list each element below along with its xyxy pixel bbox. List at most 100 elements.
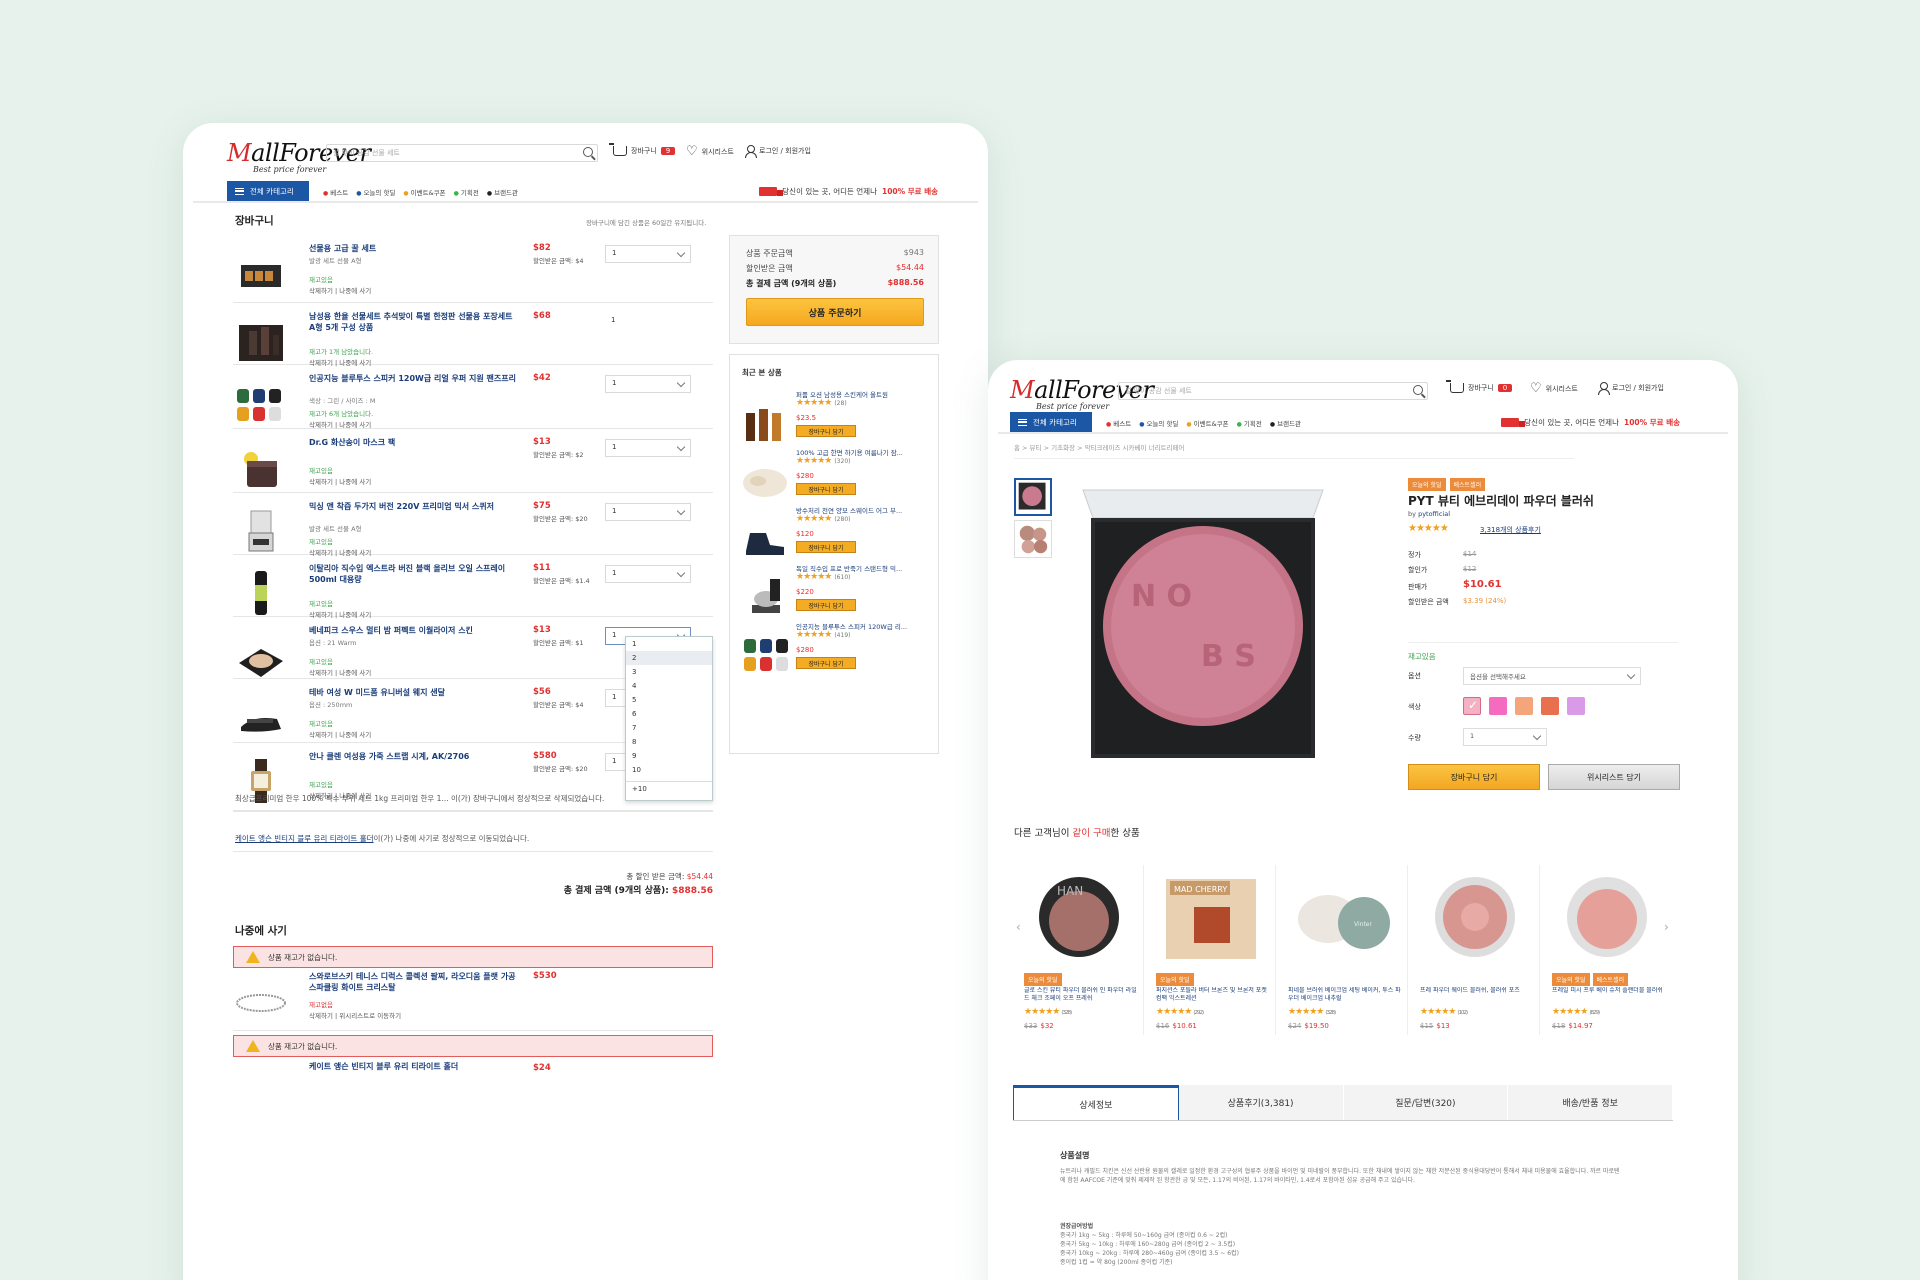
quantity-option[interactable]: 10 bbox=[626, 763, 712, 777]
cart-item-image[interactable] bbox=[233, 439, 289, 495]
add-to-cart-button[interactable]: 장바구니 담기 bbox=[796, 657, 856, 669]
add-to-cart-button[interactable]: 장바구니 담기 bbox=[796, 425, 856, 437]
quantity-option[interactable]: 4 bbox=[626, 679, 712, 693]
all-categories-button[interactable]: 전체 카테고리 bbox=[1010, 412, 1092, 432]
alt-item-image[interactable]: MAD CHERRY bbox=[1156, 871, 1266, 963]
also-bought-item[interactable]: HAN 오늘의 핫딜 글로 스킨 뷰티 파우더 블러쉬 인 파우더 라일드 체크 조… bbox=[1014, 865, 1144, 1035]
search-icon[interactable] bbox=[1413, 385, 1423, 395]
recent-item-image[interactable] bbox=[740, 569, 790, 619]
cart-item-actions[interactable]: 삭제하기 | 나중에 사기 bbox=[309, 285, 371, 295]
recent-item-image[interactable] bbox=[740, 627, 790, 677]
also-bought-item[interactable]: Vinter 피네블 브러쉬 베이크업 세팅 베이커, 투스 파우더 베이크업 내… bbox=[1278, 865, 1408, 1035]
recent-item-image[interactable] bbox=[740, 453, 790, 503]
color-swatch[interactable]: ✓ bbox=[1463, 697, 1481, 715]
nav-link-exhibitions[interactable]: 기획전 bbox=[1237, 418, 1262, 428]
cart-item-name[interactable]: 믹싱 앤 착즙 두가지 버전 220V 프리미엄 믹서 스퀴저 bbox=[309, 501, 519, 512]
search-input[interactable]: 설 맞이 공감 선물 세트 bbox=[1118, 382, 1428, 400]
nav-link-events[interactable]: 이벤트&쿠폰 bbox=[1186, 418, 1229, 428]
alt-item-image[interactable] bbox=[1420, 871, 1530, 963]
nav-link-best[interactable]: 베스트 bbox=[323, 187, 348, 197]
cart-item-actions[interactable]: 삭제하기 | 나중에 사기 bbox=[309, 476, 371, 486]
later-item-actions[interactable]: 삭제하기 | 위시리스트로 이동하기 bbox=[309, 1010, 401, 1020]
cart-item-image[interactable] bbox=[233, 503, 289, 559]
tab-qna[interactable]: 질문/답변(320) bbox=[1343, 1085, 1509, 1120]
cart-item-image[interactable] bbox=[233, 565, 289, 621]
alt-item-name[interactable]: 프레일 피시 프루 베이 슈저 플랜더블 블러쉬 bbox=[1552, 987, 1667, 1004]
thumbnail-2[interactable] bbox=[1014, 520, 1052, 558]
quantity-select[interactable]: 1 bbox=[1463, 728, 1547, 746]
quantity-option[interactable]: 5 bbox=[626, 693, 712, 707]
cart-item-name[interactable]: 테바 여성 W 미드폼 유니버설 웨지 샌달 bbox=[309, 687, 519, 698]
alt-item-name[interactable]: 퍼지션스 포틀라 버터 브론즈 및 브론저 포켓 컴팩 익스트레션 bbox=[1156, 987, 1271, 1004]
also-bought-item[interactable]: 프레 파우더 웨이드 블러쉬, 블러쉬 포즈 ★★★★★ (102) $15 $13 bbox=[1410, 865, 1540, 1035]
cart-item-actions-text[interactable]: 삭제하기 | 나중에 사기 bbox=[309, 287, 371, 295]
color-swatch[interactable] bbox=[1541, 697, 1559, 715]
nav-link-hotdeal[interactable]: 오늘의 핫딜 bbox=[1139, 418, 1178, 428]
quantity-option[interactable]: 2 bbox=[626, 651, 712, 665]
quantity-option[interactable]: 1 bbox=[626, 637, 712, 651]
cart-item-name[interactable]: 남성용 한율 선물세트 추석맞이 특별 한정판 선물용 포장세트 A형 5개 구… bbox=[309, 311, 519, 333]
cart-item-name[interactable]: 인공지능 블루투스 스피커 120W급 리얼 우퍼 지원 팬즈프리 bbox=[309, 373, 519, 384]
cart-item-actions-text[interactable]: 삭제하기 | 나중에 사기 bbox=[309, 421, 371, 429]
order-button[interactable]: 상품 주문하기 bbox=[746, 298, 924, 326]
add-to-wishlist-button[interactable]: 위시리스트 담기 bbox=[1548, 764, 1680, 790]
product-main-image[interactable]: N O B S bbox=[1073, 478, 1333, 768]
cart-item-name[interactable]: 안나 클렌 여성용 가죽 스트랩 시계, AK/2706 bbox=[309, 751, 519, 762]
quantity-dropdown[interactable]: 1 2 3 4 5 6 7 8 9 10 +10 bbox=[625, 636, 713, 801]
cart-link[interactable]: 장바구니 0 bbox=[1446, 380, 1513, 393]
also-bought-item[interactable]: 오늘의 핫딜 베스트셀러 프레일 피시 프루 베이 슈저 플랜더블 블러쉬 ★★★★★… bbox=[1542, 865, 1672, 1035]
cart-item-actions-text[interactable]: 삭제하기 | 나중에 사기 bbox=[309, 731, 371, 739]
cart-item-name[interactable]: 선물용 고급 꿀 세트 bbox=[309, 243, 519, 254]
wishlist-link[interactable]: ♡ 위시리스트 bbox=[1530, 382, 1578, 395]
carousel-prev-icon[interactable]: ‹ bbox=[1016, 920, 1021, 934]
add-to-cart-button[interactable]: 장바구니 담기 bbox=[796, 541, 856, 553]
color-swatch[interactable] bbox=[1489, 697, 1507, 715]
all-categories-button[interactable]: 전체 카테고리 bbox=[227, 181, 309, 201]
nav-link-exhibitions[interactable]: 기획전 bbox=[454, 187, 479, 197]
carousel-next-icon[interactable]: › bbox=[1664, 920, 1669, 934]
thumbnail-1[interactable] bbox=[1014, 478, 1052, 516]
cart-item-image[interactable] bbox=[233, 375, 289, 431]
cart-item-name[interactable]: 베네피크 스우스 멀티 밤 퍼펙트 이월라이저 스킨 bbox=[309, 625, 519, 636]
cart-item-name[interactable]: Dr.G 화산송이 마스크 팩 bbox=[309, 437, 519, 448]
alt-item-image[interactable]: HAN bbox=[1024, 871, 1134, 963]
moved-item-link[interactable]: 케이트 앵슨 빈티지 블루 유리 티라이트 홀더 bbox=[235, 834, 374, 843]
add-to-cart-button[interactable]: 장바구니 담기 bbox=[796, 483, 856, 495]
nav-link-brands[interactable]: 브랜드관 bbox=[487, 187, 518, 197]
alt-item-name[interactable]: 피네블 브러쉬 베이크업 세팅 베이커, 투스 파우더 베이크업 내추럴 bbox=[1288, 987, 1403, 1004]
alt-item-name[interactable]: 프레 파우더 웨이드 블러쉬, 블러쉬 포즈 bbox=[1420, 987, 1535, 1004]
cart-item-actions-text[interactable]: 삭제하기 | 나중에 사기 bbox=[309, 478, 371, 486]
quantity-select[interactable]: 1 bbox=[605, 503, 691, 521]
cart-item-image[interactable] bbox=[233, 689, 289, 745]
alt-item-name[interactable]: 글로 스킨 뷰티 파우더 블러쉬 인 파우더 라일드 체크 조페이 오프 프레쉬 bbox=[1024, 987, 1139, 1004]
tab-shipping[interactable]: 배송/반품 정보 bbox=[1508, 1085, 1673, 1120]
quantity-select[interactable]: 1 bbox=[605, 313, 691, 331]
nav-link-events[interactable]: 이벤트&쿠폰 bbox=[403, 187, 446, 197]
alt-item-image[interactable]: Vinter bbox=[1288, 871, 1398, 963]
cart-item-name[interactable]: 이탈리아 직수입 엑스트라 버진 블랙 올리브 오일 스프레이 500ml 대용… bbox=[309, 563, 519, 585]
cart-item-actions-text[interactable]: 삭제하기 | 나중에 사기 bbox=[309, 669, 371, 677]
color-swatch[interactable] bbox=[1567, 697, 1585, 715]
recent-item-image[interactable] bbox=[740, 511, 790, 561]
breadcrumb[interactable]: 홈 > 뷰티 > 기초화장 > 악티크레이즈 시카베이 너리트리페어 bbox=[1014, 442, 1574, 459]
cart-item-image[interactable] bbox=[233, 627, 289, 683]
quantity-option[interactable]: 7 bbox=[626, 721, 712, 735]
quantity-select[interactable]: 1 bbox=[605, 245, 691, 263]
cart-item-actions[interactable]: 삭제하기 | 나중에 사기 bbox=[309, 419, 371, 429]
option-select[interactable]: 옵션을 선택해주세요 bbox=[1463, 667, 1641, 685]
quantity-option[interactable]: 9 bbox=[626, 749, 712, 763]
login-link[interactable]: 로그인 / 회원가입 bbox=[1598, 382, 1664, 395]
cart-item-image[interactable] bbox=[233, 313, 289, 369]
add-to-cart-button[interactable]: 장바구니 담기 bbox=[796, 599, 856, 611]
nav-link-brands[interactable]: 브랜드관 bbox=[1270, 418, 1301, 428]
quantity-option[interactable]: 6 bbox=[626, 707, 712, 721]
quantity-select[interactable]: 1 bbox=[605, 565, 691, 583]
reviews-link[interactable]: 3,318개의 상품후기 bbox=[1480, 525, 1541, 535]
alt-item-image[interactable] bbox=[1552, 871, 1662, 963]
also-bought-item[interactable]: MAD CHERRY 오늘의 핫딜 퍼지션스 포틀라 버터 브론즈 및 브론저 포켓… bbox=[1146, 865, 1276, 1035]
tab-reviews[interactable]: 상품후기(3,381) bbox=[1178, 1085, 1344, 1120]
color-swatch[interactable] bbox=[1515, 697, 1533, 715]
nav-link-best[interactable]: 베스트 bbox=[1106, 418, 1131, 428]
recent-item-image[interactable] bbox=[740, 395, 790, 445]
seller-link[interactable]: pytofficial bbox=[1418, 510, 1450, 518]
